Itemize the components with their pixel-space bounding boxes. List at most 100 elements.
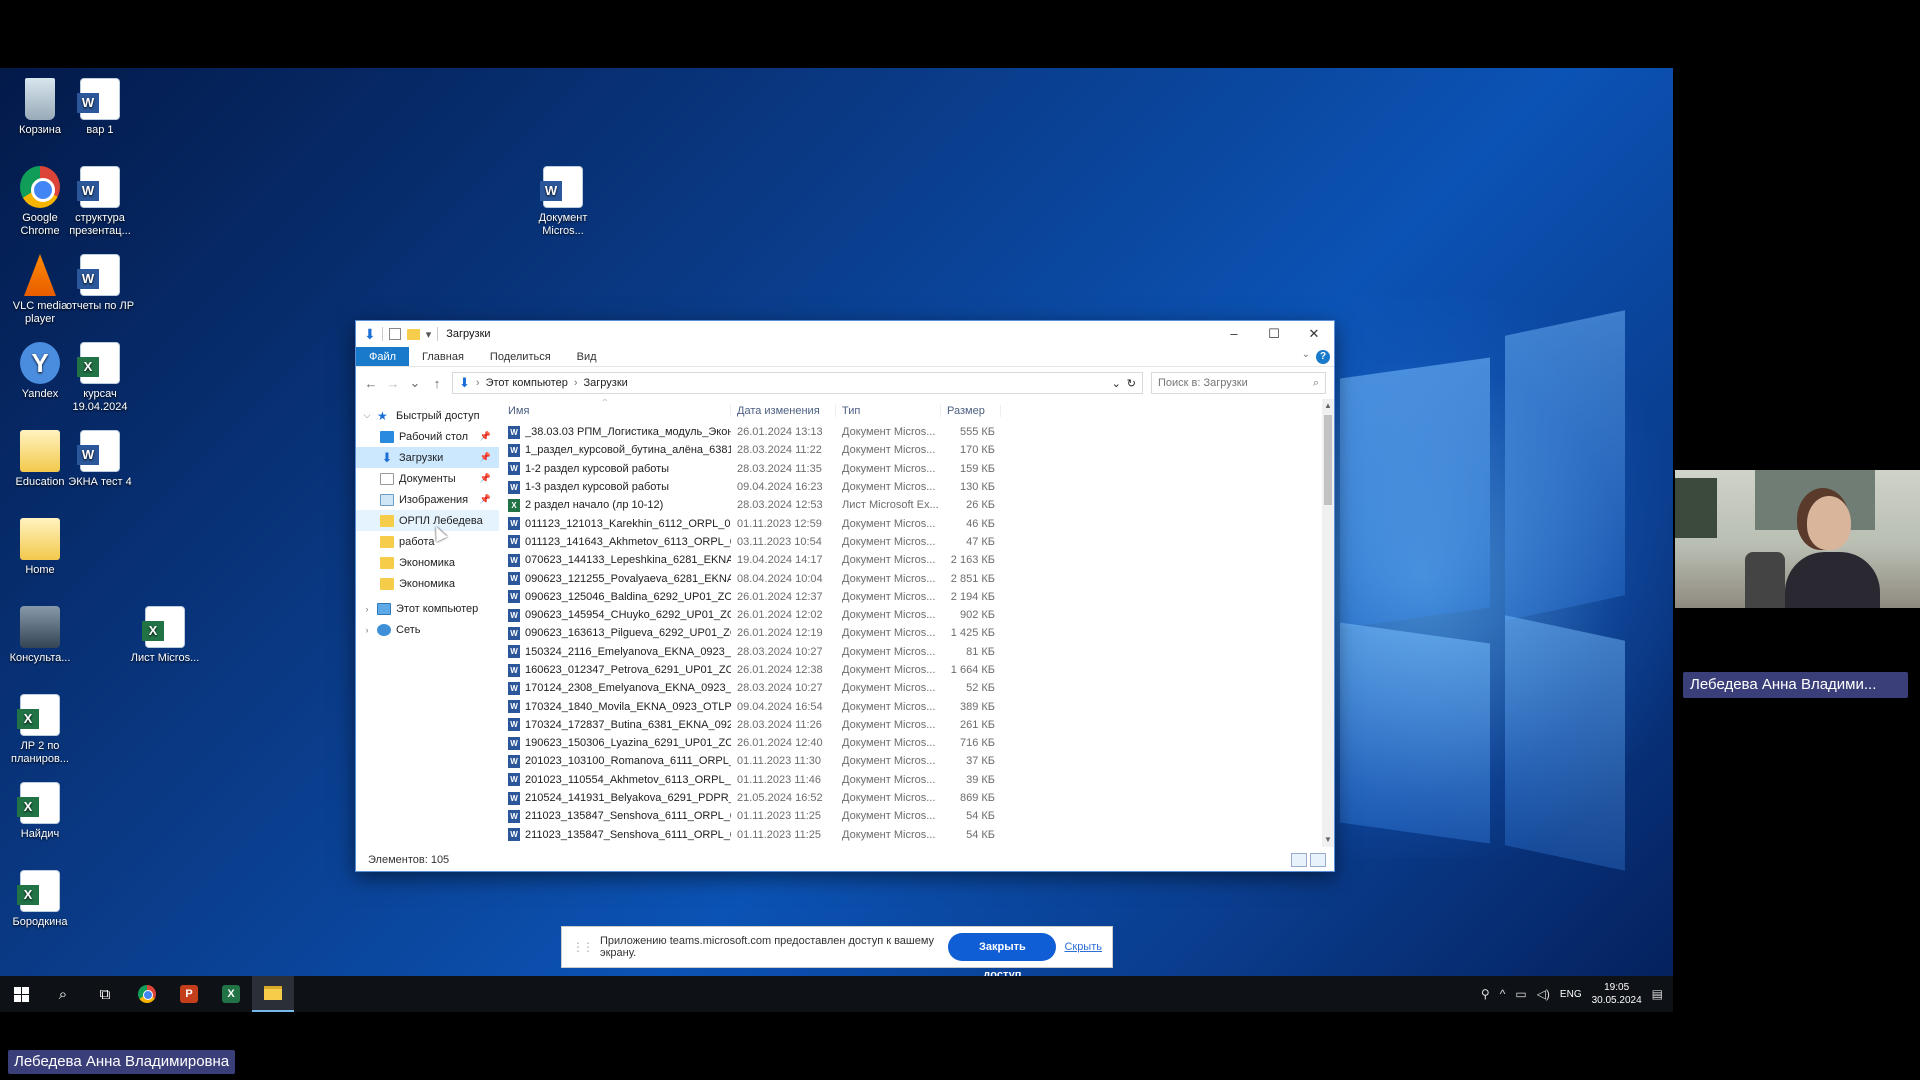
table-row[interactable]: W 090623_145954_CHuyko_6292_UP01_ZOUP 26.0… bbox=[499, 606, 1334, 624]
search-button[interactable]: ⌕ bbox=[42, 976, 84, 1012]
breadcrumb-this-pc[interactable]: Этот компьютер bbox=[486, 377, 568, 389]
people-icon[interactable]: ⚲ bbox=[1481, 987, 1490, 1001]
table-row[interactable]: W 170124_2308_Emelyanova_EKNA_0923_ZL... 2… bbox=[499, 679, 1334, 697]
scroll-down-icon[interactable]: ▼ bbox=[1322, 833, 1334, 847]
breadcrumb-downloads[interactable]: Загрузки bbox=[584, 377, 628, 389]
desktop-icon[interactable]: ЛР 2 по планиров... bbox=[5, 694, 75, 766]
clock[interactable]: 19:05 30.05.2024 bbox=[1592, 981, 1642, 1007]
address-history-dropdown-icon[interactable]: ⌄ bbox=[1112, 377, 1121, 390]
title-bar[interactable]: ⬇ ▾ Загрузки – ☐ ✕ bbox=[356, 321, 1334, 347]
search-icon[interactable]: ⌕ bbox=[1313, 377, 1319, 390]
expand-chevron-icon[interactable]: › bbox=[362, 604, 372, 614]
table-row[interactable]: W 170324_172837_Butina_6381_EKNA_0923_...… bbox=[499, 716, 1334, 734]
table-row[interactable]: W 090623_163613_Pilgueva_6292_UP01_ZOUP 26… bbox=[499, 624, 1334, 642]
table-row[interactable]: W 090623_125046_Baldina_6292_UP01_ZOUP 26.… bbox=[499, 588, 1334, 606]
hide-link[interactable]: Скрыть bbox=[1064, 941, 1102, 953]
table-row[interactable]: W 1-2 раздел курсовой работы 28.03.2024 11… bbox=[499, 460, 1334, 478]
drag-handle-icon[interactable]: ⋮⋮ bbox=[572, 940, 594, 954]
up-arrow-icon[interactable]: ↑ bbox=[430, 376, 444, 391]
search-box[interactable]: ⌕ bbox=[1151, 372, 1326, 394]
table-row[interactable]: W 1_раздел_курсовой_бутина_алёна_6381... 2… bbox=[499, 441, 1334, 459]
desktop-icon[interactable]: структура презентац... bbox=[65, 166, 135, 238]
help-icon[interactable]: ? bbox=[1316, 350, 1330, 364]
tab-share[interactable]: Поделиться bbox=[477, 347, 564, 366]
forward-arrow-icon[interactable]: → bbox=[386, 376, 400, 391]
refresh-icon[interactable]: ↻ bbox=[1127, 377, 1136, 390]
breadcrumb-separator-icon[interactable]: › bbox=[476, 377, 480, 389]
nav-item[interactable]: Изображения 📌 bbox=[356, 489, 499, 510]
nav-quick-access[interactable]: ⌵ ★ Быстрый доступ bbox=[356, 405, 499, 426]
column-type[interactable]: Тип bbox=[836, 405, 941, 417]
collapse-chevron-icon[interactable]: ⌵ bbox=[362, 410, 372, 421]
table-row[interactable]: W 090623_121255_Povalyaeva_6281_EKNA_Z...… bbox=[499, 569, 1334, 587]
table-row[interactable]: W 011123_121013_Karekhin_6112_ORPL_092...… bbox=[499, 514, 1334, 532]
desktop-icon[interactable]: Документ Micros... bbox=[528, 166, 598, 238]
nav-network[interactable]: › Сеть bbox=[356, 619, 499, 640]
table-row[interactable]: W 160623_012347_Petrova_6291_UP01_ZOUP 26.… bbox=[499, 661, 1334, 679]
address-bar[interactable]: ⬇ › Этот компьютер › Загрузки ⌄ ↻ bbox=[452, 372, 1143, 394]
table-row[interactable]: W 070623_144133_Lepeshkina_6281_EKNA_Z...… bbox=[499, 551, 1334, 569]
large-icons-view-icon[interactable] bbox=[1310, 853, 1326, 867]
table-row[interactable]: W 011123_141643_Akhmetov_6113_ORPL_09... 0… bbox=[499, 533, 1334, 551]
tab-view[interactable]: Вид bbox=[564, 347, 610, 366]
scroll-thumb[interactable] bbox=[1324, 415, 1332, 505]
table-row[interactable]: W 211023_135847_Senshova_6111_ORPL_09... 0… bbox=[499, 826, 1334, 844]
desktop-icon[interactable]: вар 1 bbox=[65, 78, 135, 137]
properties-icon[interactable] bbox=[388, 328, 401, 340]
vertical-scrollbar[interactable]: ▲ ▼ bbox=[1322, 399, 1334, 847]
recent-locations-icon[interactable]: ⌄ bbox=[408, 375, 422, 391]
nav-item[interactable]: Экономика bbox=[356, 552, 499, 573]
table-row[interactable]: W 201023_103100_Romanova_6111_ORPL_0... 01… bbox=[499, 752, 1334, 770]
taskbar-excel[interactable]: X bbox=[210, 976, 252, 1012]
tab-home[interactable]: Главная bbox=[409, 347, 477, 366]
table-row[interactable]: W 210524_141931_Belyakova_6291_PDPR_Z... 2… bbox=[499, 789, 1334, 807]
column-size[interactable]: Размер bbox=[941, 405, 1001, 417]
desktop-icon[interactable]: Home bbox=[5, 518, 75, 577]
volume-icon[interactable]: ◁) bbox=[1537, 987, 1550, 1001]
nav-item[interactable]: ⬇ Загрузки 📌 bbox=[356, 447, 499, 468]
task-view-button[interactable]: ⧉ bbox=[84, 976, 126, 1012]
table-row[interactable]: W 1-3 раздел курсовой работы 09.04.2024 16… bbox=[499, 478, 1334, 496]
desktop-icon[interactable]: отчеты по ЛР bbox=[65, 254, 135, 313]
nav-item[interactable]: ОРПЛ Лебедева bbox=[356, 510, 499, 531]
taskbar-chrome[interactable] bbox=[126, 976, 168, 1012]
notifications-icon[interactable]: ▤ bbox=[1652, 987, 1663, 1001]
expand-ribbon-icon[interactable]: ⌄ bbox=[1302, 349, 1310, 360]
scroll-up-icon[interactable]: ▲ bbox=[1322, 399, 1334, 413]
table-row[interactable]: W 201023_110554_Akhmetov_6113_ORPL_09... 0… bbox=[499, 771, 1334, 789]
close-button[interactable]: ✕ bbox=[1294, 321, 1334, 347]
nav-item[interactable]: Экономика bbox=[356, 573, 499, 594]
column-name[interactable]: Имя bbox=[499, 405, 731, 417]
taskbar-powerpoint[interactable]: P bbox=[168, 976, 210, 1012]
desktop-icon[interactable]: курсач 19.04.2024 bbox=[65, 342, 135, 414]
file-explorer-window[interactable]: ⬇ ▾ Загрузки – ☐ ✕ Файл Главная Поделить… bbox=[355, 320, 1335, 872]
desktop-icon[interactable]: ЭКНА тест 4 bbox=[65, 430, 135, 489]
details-view-icon[interactable] bbox=[1291, 853, 1307, 867]
table-row[interactable]: W 170324_1840_Movila_EKNA_0923_OTLP 09.04.… bbox=[499, 697, 1334, 715]
column-date[interactable]: Дата изменения bbox=[731, 405, 836, 417]
minimize-button[interactable]: – bbox=[1214, 321, 1254, 347]
taskbar-file-explorer[interactable] bbox=[252, 976, 294, 1012]
table-row[interactable]: W 211023_135847_Senshova_6111_ORPL_09... 0… bbox=[499, 807, 1334, 825]
customize-toolbar-icon[interactable]: ▾ bbox=[426, 328, 432, 341]
desktop-icon[interactable]: Консульта... bbox=[5, 606, 75, 665]
stop-sharing-button[interactable]: Закрыть доступ bbox=[948, 933, 1057, 981]
input-language[interactable]: ENG bbox=[1560, 989, 1582, 1000]
nav-item[interactable]: Рабочий стол 📌 bbox=[356, 426, 499, 447]
table-row[interactable]: W _38.03.03 РПМ_Логистика_модуль_Экон... 2… bbox=[499, 423, 1334, 441]
desktop-icon[interactable]: Найдич bbox=[5, 782, 75, 841]
search-input[interactable] bbox=[1158, 377, 1313, 389]
nav-this-pc[interactable]: › Этот компьютер bbox=[356, 598, 499, 619]
new-folder-icon[interactable] bbox=[406, 328, 420, 340]
table-row[interactable]: W 190623_150306_Lyazina_6291_UP01_ZOUP 26.… bbox=[499, 734, 1334, 752]
show-hidden-icons-icon[interactable]: ^ bbox=[1500, 987, 1506, 1001]
tab-file[interactable]: Файл bbox=[356, 347, 410, 366]
breadcrumb-separator-icon[interactable]: › bbox=[574, 377, 578, 389]
nav-item[interactable]: Документы 📌 bbox=[356, 468, 499, 489]
network-icon[interactable]: ▭ bbox=[1515, 987, 1526, 1001]
table-row[interactable]: W 150324_2116_Emelyanova_EKNA_0923_ZL... 2… bbox=[499, 643, 1334, 661]
nav-item[interactable]: работа bbox=[356, 531, 499, 552]
table-row[interactable]: X 2 раздел начало (лр 10-12) 28.03.2024 12… bbox=[499, 496, 1334, 514]
back-arrow-icon[interactable]: ← bbox=[364, 376, 378, 391]
maximize-button[interactable]: ☐ bbox=[1254, 321, 1294, 347]
